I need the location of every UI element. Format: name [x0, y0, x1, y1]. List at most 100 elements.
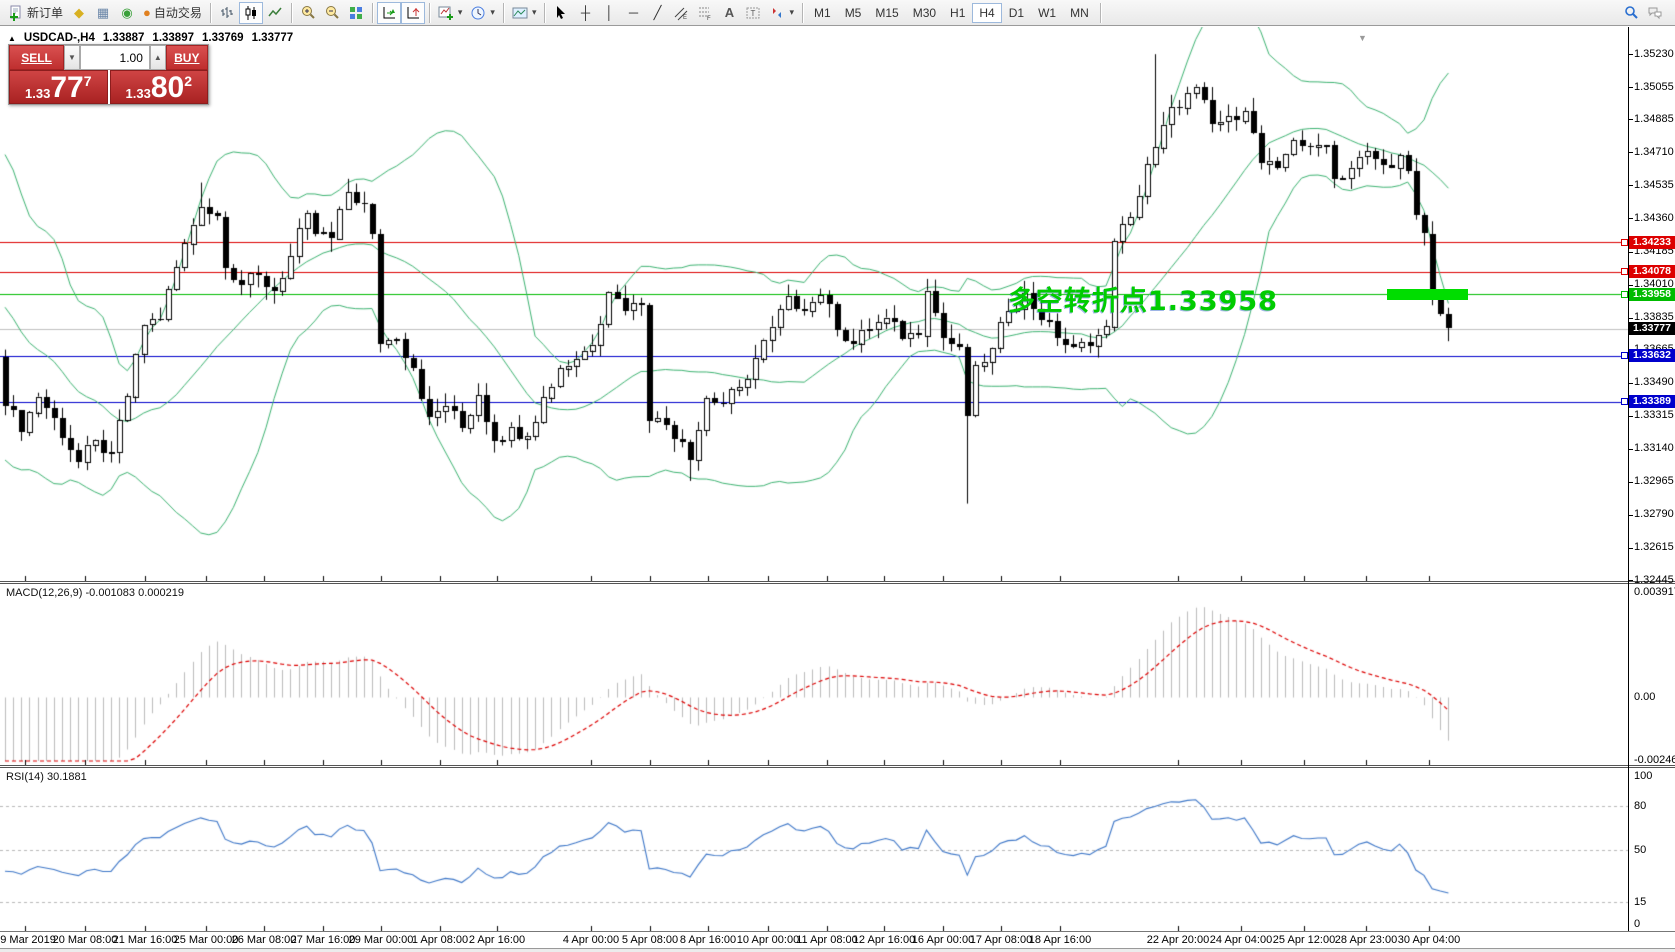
chart-shift-marker-icon[interactable]: ▼ [1358, 33, 1367, 43]
price-tick [1629, 185, 1633, 186]
turning-point-highlight[interactable] [1387, 289, 1468, 300]
timeframe-button-H1[interactable]: H1 [943, 3, 972, 23]
buy-price-display[interactable]: 1.33 80 2 [110, 70, 209, 104]
sell-price-big: 77 [50, 74, 83, 101]
price-axis-line [1628, 27, 1629, 931]
time-tick-label: 17 Apr 08:00 [970, 934, 1032, 946]
dropdown-caret-icon: ▾ [532, 7, 537, 18]
terminal-button[interactable]: ▦ [91, 2, 115, 24]
templates-button[interactable]: ▾ [508, 2, 541, 24]
price-tick-label: 1.33140 [1634, 442, 1674, 454]
timeframe-button-W1[interactable]: W1 [1031, 3, 1063, 23]
crosshair-button[interactable]: ┼ [573, 2, 597, 24]
auto-trading-button[interactable]: ● 自动交易 [139, 2, 206, 24]
webinar-button[interactable]: ◉ [115, 2, 139, 24]
indicators-button[interactable]: ▾ [434, 2, 467, 24]
zoom-out-icon [324, 5, 340, 21]
chart-annotation-text[interactable]: 多空转折点1.33958 [1008, 279, 1278, 318]
cursor-button[interactable] [549, 2, 573, 24]
search-icon[interactable] [1623, 5, 1639, 21]
zoom-in-icon [300, 5, 316, 21]
price-tick-label: 1.34885 [1634, 113, 1674, 125]
price-tick-label: 1.32615 [1634, 541, 1674, 553]
sell-button[interactable]: SELL [9, 45, 64, 70]
price-tick [1629, 416, 1633, 417]
eraser-icon: ◆ [74, 6, 84, 19]
price-tick [1629, 87, 1633, 88]
horizontal-line-button[interactable]: ─ [621, 2, 645, 24]
text-tool-button[interactable]: A [717, 2, 741, 24]
timeframe-button-M1[interactable]: M1 [807, 3, 838, 23]
line-handle [1621, 268, 1628, 275]
crosshair-icon: ┼ [581, 6, 590, 19]
time-tick-label: 29 Mar 00:00 [349, 934, 414, 946]
price-tick [1629, 152, 1633, 153]
price-tick-label: 1.35230 [1634, 48, 1674, 60]
auto-scroll-button[interactable] [377, 2, 401, 24]
trendline-icon: ╱ [654, 6, 662, 19]
zoom-out-button[interactable] [320, 2, 344, 24]
new-order-button[interactable]: 新订单 [4, 2, 67, 24]
timeframe-button-M15[interactable]: M15 [868, 3, 905, 23]
pane-splitter-rsi[interactable] [0, 765, 1675, 768]
chart-window: 1.352301.350551.348851.347101.345351.343… [0, 27, 1675, 952]
sell-price-display[interactable]: 1.33 77 7 [9, 70, 108, 104]
indicators-icon [438, 5, 454, 21]
time-axis[interactable]: 19 Mar 201920 Mar 08:0021 Mar 16:0025 Ma… [0, 932, 1628, 948]
vertical-line-button[interactable]: │ [597, 2, 621, 24]
collapse-arrow-icon[interactable]: ▲ [8, 34, 16, 43]
channel-button[interactable]: E [669, 2, 693, 24]
vertical-line-icon: │ [605, 6, 613, 19]
main-chart-canvas[interactable] [0, 27, 1628, 581]
macd-pane-canvas[interactable] [0, 584, 1628, 765]
price-tick-label: 1.33315 [1634, 409, 1674, 421]
timeframe-button-D1[interactable]: D1 [1002, 3, 1031, 23]
buy-button[interactable]: BUY [166, 45, 208, 70]
periods-button[interactable]: ▾ [466, 2, 499, 24]
volume-decrease-button[interactable]: ▼ [64, 45, 80, 70]
price-tick-label: 1.32790 [1634, 508, 1674, 520]
buy-price-big: 80 [151, 74, 184, 101]
volume-increase-button[interactable]: ▲ [150, 45, 166, 70]
trendline-button[interactable]: ╱ [645, 2, 669, 24]
price-level-tag: 1.33958 [1629, 288, 1675, 301]
time-tick-label: 24 Apr 04:00 [1210, 934, 1272, 946]
timeframe-button-MN[interactable]: MN [1063, 3, 1096, 23]
arrows-icon [769, 5, 785, 21]
chat-icon[interactable] [1647, 5, 1663, 21]
text-tool-icon: A [725, 6, 734, 19]
bar-high: 1.33897 [152, 32, 194, 44]
auto-trading-label: 自动交易 [154, 4, 202, 21]
one-click-trading-panel: SELL ▼ ▲ BUY 1.33 77 7 1.33 80 2 [8, 44, 209, 105]
rsi-tick-label: 80 [1634, 800, 1646, 812]
buy-price-sup: 2 [184, 73, 192, 89]
arrows-button[interactable]: ▾ [765, 2, 798, 24]
time-tick-label: 22 Apr 20:00 [1147, 934, 1209, 946]
tile-windows-button[interactable] [344, 2, 368, 24]
candlestick-button[interactable] [239, 2, 263, 24]
fibonacci-button[interactable]: F [693, 2, 717, 24]
timeframe-button-M30[interactable]: M30 [906, 3, 943, 23]
price-tick [1629, 482, 1633, 483]
line-handle [1621, 352, 1628, 359]
timeframe-button-H4[interactable]: H4 [972, 3, 1001, 23]
volume-input[interactable] [80, 45, 150, 70]
timeframe-button-M5[interactable]: M5 [838, 3, 869, 23]
symbol-info-line: ▲ USDCAD-,H4 1.33887 1.33897 1.33769 1.3… [8, 32, 293, 44]
chart-shift-button[interactable] [401, 2, 425, 24]
macd-tick-label: -0.002465 [1634, 754, 1675, 766]
rsi-pane-canvas[interactable] [0, 768, 1628, 931]
line-chart-button[interactable] [263, 2, 287, 24]
zoom-in-button[interactable] [296, 2, 320, 24]
eraser-button[interactable]: ◆ [67, 2, 91, 24]
price-level-tag: 1.33632 [1629, 349, 1675, 362]
text-label-button[interactable]: T [741, 2, 765, 24]
bar-chart-button[interactable] [215, 2, 239, 24]
toolbar-separator [802, 3, 803, 23]
bar-close: 1.33777 [252, 32, 294, 44]
time-tick-label: 1 Apr 08:00 [412, 934, 468, 946]
toolbar-separator [291, 3, 292, 23]
price-tick [1629, 54, 1633, 55]
price-tick [1629, 252, 1633, 253]
pane-splitter-macd[interactable] [0, 581, 1675, 584]
